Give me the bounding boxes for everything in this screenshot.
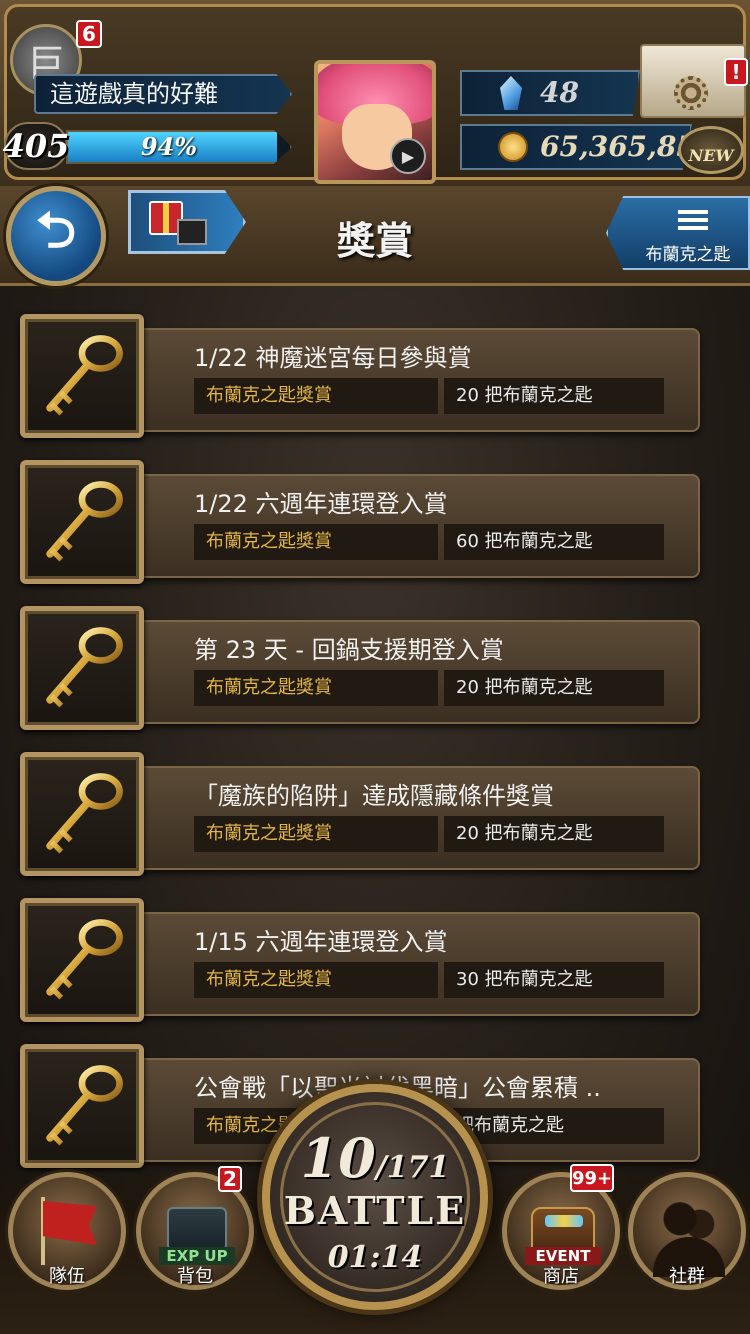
reward-icon-frame [20,314,144,438]
stamina-current: 10 [300,1126,376,1190]
key-filter-label: 布蘭克之匙 [645,245,731,265]
team-label: 隊伍 [49,1266,85,1287]
key-filter-button[interactable]: 布蘭克之匙 [606,196,750,270]
stamina-separator: / [375,1150,387,1185]
play-icon[interactable]: ▶ [390,138,426,174]
key-icon [35,475,129,569]
reward-title: 第 23 天 - 回鍋支援期登入賞 [194,636,504,664]
reward-title: 公會戰「以聖光討伐黑暗」公會累積 .. [194,1074,601,1102]
chest-gems [545,1215,583,1227]
reward-item[interactable]: 1/22 六週年連環登入賞布蘭克之匙獎賞 60 把布蘭克之匙 [20,460,700,584]
reward-type: 布蘭克之匙獎賞 [194,670,438,706]
list-icon [678,210,708,230]
gem-icon [500,76,522,110]
bag-badge: 2 [218,1166,242,1192]
key-icon [35,767,129,861]
reward-type: 布蘭克之匙獎賞 [194,524,438,560]
reward-icon-frame [20,460,144,584]
new-badge[interactable]: NEW [678,126,744,174]
battle-button[interactable]: 10/171 BATTLE 01:14 [262,1084,488,1310]
reward-type: 布蘭克之匙獎賞 [194,962,438,998]
gem-counter[interactable]: 48 [460,70,640,116]
reward-item[interactable]: 「魔族的陷阱」達成隱藏條件獎賞布蘭克之匙獎賞 20 把布蘭克之匙 [20,752,700,876]
shop-label: 商店 [543,1266,579,1287]
key-icon [35,1059,129,1153]
player-level: 405 [3,122,69,170]
reward-title: 「魔族的陷阱」達成隱藏條件獎賞 [194,782,554,810]
reward-item[interactable]: 1/22 神魔迷宮每日參與賞布蘭克之匙獎賞 20 把布蘭克之匙 [20,314,700,438]
key-icon [35,329,129,423]
box-icon [177,219,207,245]
stamina-max: 171 [386,1150,450,1185]
stamina-display: 10/171 [270,1126,480,1190]
reward-title: 1/22 六週年連環登入賞 [194,490,448,518]
social-label: 社群 [669,1266,705,1287]
exp-bar: 94% [66,130,292,164]
gear-icon [674,76,708,110]
reward-icon-frame [20,898,144,1022]
bag-icon [167,1207,227,1251]
page-title: 獎賞 [336,219,413,263]
reward-amount: 60 把布蘭克之匙 [444,524,664,560]
reward-type: 布蘭克之匙獎賞 [194,816,438,852]
reward-title: 1/15 六週年連環登入賞 [194,928,448,956]
battle-label: BATTLE [283,1188,467,1233]
reward-item[interactable]: 第 23 天 - 回鍋支援期登入賞布蘭克之匙獎賞 20 把布蘭克之匙 [20,606,700,730]
reward-type: 布蘭克之匙獎賞 [194,378,438,414]
key-icon [35,913,129,1007]
reward-icon-frame [20,1044,144,1168]
key-icon [35,621,129,715]
reward-item[interactable]: 1/15 六週年連環登入賞布蘭克之匙獎賞 30 把布蘭克之匙 [20,898,700,1022]
reward-icon-frame [20,606,144,730]
gold-counter[interactable]: 65,365,856 [460,124,692,170]
reward-amount: 20 把布蘭克之匙 [444,378,664,414]
reward-amount: 20 把布蘭克之匙 [444,816,664,852]
bag-label: 背包 [177,1266,213,1287]
leader-avatar[interactable]: ▶ [314,60,436,184]
stamina-timer: 01:14 [327,1240,423,1275]
reward-icon-frame [20,752,144,876]
back-button[interactable]: ⮌ [6,186,106,286]
shop-badge: 99+ [570,1164,614,1192]
settings-alert-badge: ! [724,58,748,86]
reward-amount: 30 把布蘭克之匙 [444,962,664,998]
back-arrow-icon: ⮌ [35,200,77,259]
coin-icon [498,132,528,162]
reward-amount: 20 把布蘭克之匙 [444,670,664,706]
gift-tab-button[interactable] [128,190,246,254]
reward-title: 1/22 神魔迷宮每日參與賞 [194,344,472,372]
exp-percent: 94% [140,132,198,161]
profile-badge: 6 [76,20,102,48]
gem-count: 48 [540,76,579,109]
player-name: 這遊戲真的好難 [34,74,292,114]
flag-icon [43,1201,97,1245]
